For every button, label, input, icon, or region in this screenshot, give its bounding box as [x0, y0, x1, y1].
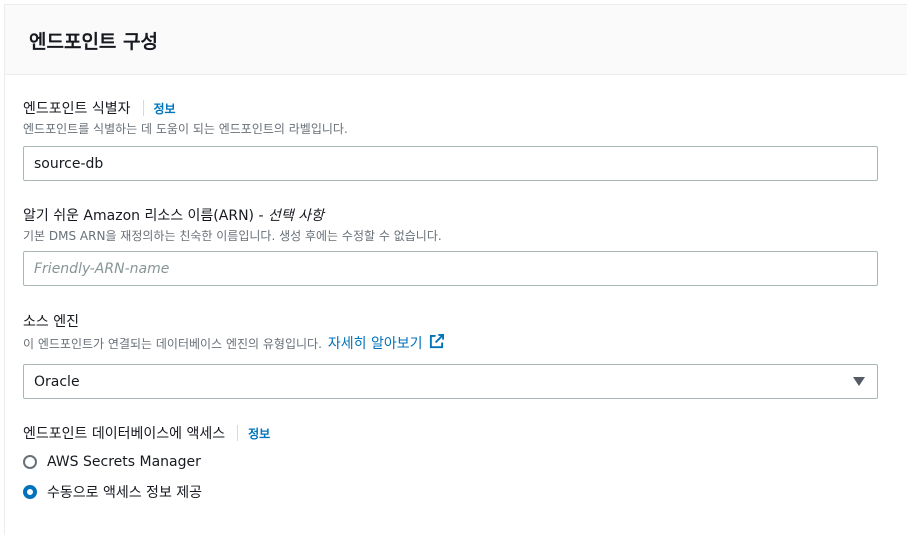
arn-input[interactable] [23, 251, 878, 286]
radio-checked-icon[interactable] [23, 485, 37, 499]
source-engine-label: 소스 엔진 [23, 314, 79, 330]
arn-optional-label: 선택 사항 [267, 208, 324, 224]
label-divider [142, 100, 144, 116]
radio-secrets-manager[interactable]: AWS Secrets Manager [23, 454, 201, 470]
source-engine-field: 소스 엔진 이 엔드포인트가 연결되는 데이터베이스 엔진의 유형입니다. 자세… [23, 311, 444, 353]
radio-unchecked-icon[interactable] [23, 455, 37, 469]
endpoint-id-label: 엔드포인트 식별자 [23, 101, 131, 117]
radio-manual-access-label: 수동으로 액세스 정보 제공 [47, 485, 203, 501]
access-info-link[interactable]: 정보 [248, 425, 270, 442]
source-engine-select[interactable]: Oracle [23, 364, 878, 399]
arn-field: 알기 쉬운 Amazon 리소스 이름(ARN) - 선택 사항 기본 DMS … [23, 205, 442, 244]
external-link-icon [429, 333, 444, 353]
endpoint-id-input[interactable]: source-db [23, 146, 878, 181]
panel-title: 엔드포인트 구성 [29, 31, 158, 53]
access-field: 엔드포인트 데이터베이스에 액세스 정보 [23, 423, 270, 443]
radio-secrets-manager-label: AWS Secrets Manager [47, 454, 201, 470]
arn-label: 알기 쉬운 Amazon 리소스 이름(ARN) - [23, 208, 268, 224]
radio-manual-access[interactable]: 수동으로 액세스 정보 제공 [23, 482, 202, 502]
source-engine-description-row: 이 엔드포인트가 연결되는 데이터베이스 엔진의 유형입니다. 자세히 알아보기 [23, 333, 444, 353]
source-engine-description: 이 엔드포인트가 연결되는 데이터베이스 엔진의 유형입니다. [23, 336, 322, 351]
access-label: 엔드포인트 데이터베이스에 액세스 [23, 426, 226, 442]
learn-more-link[interactable]: 자세히 알아보기 [328, 333, 444, 353]
source-engine-selected: Oracle [34, 373, 80, 390]
panel-header: 엔드포인트 구성 [5, 5, 907, 75]
endpoint-id-info-link[interactable]: 정보 [154, 100, 176, 117]
endpoint-id-description: 엔드포인트를 식별하는 데 도움이 되는 엔드포인트의 라벨입니다. [23, 122, 348, 136]
endpoint-id-field: 엔드포인트 식별자 정보 엔드포인트를 식별하는 데 도움이 되는 엔드포인트의… [23, 98, 348, 137]
arn-description: 기본 DMS ARN을 재정의하는 친숙한 이름입니다. 생성 후에는 수정할 … [23, 229, 442, 243]
learn-more-label: 자세히 알아보기 [327, 336, 423, 352]
caret-down-icon [853, 377, 865, 386]
label-divider [237, 425, 239, 441]
